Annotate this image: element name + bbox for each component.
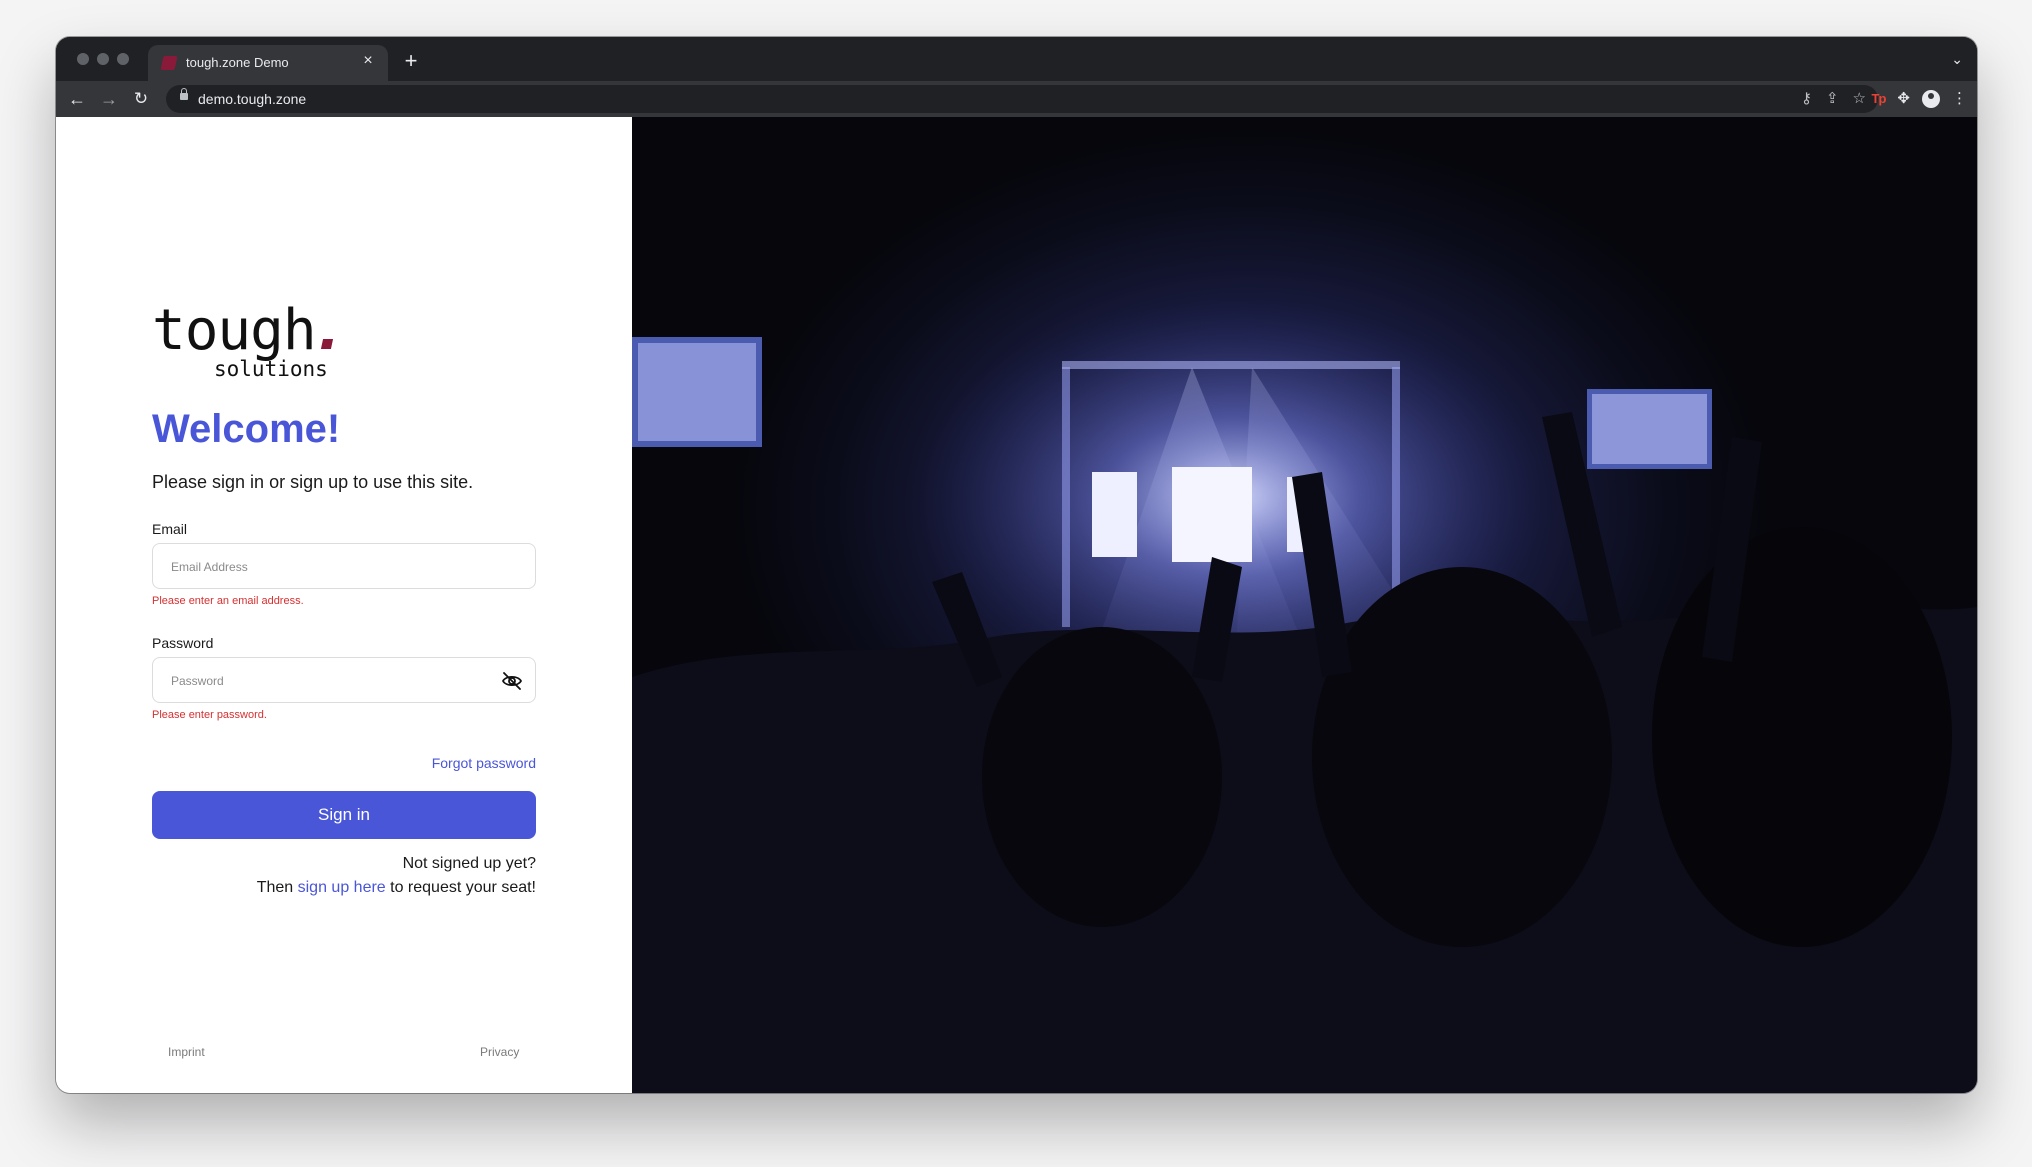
extensions-icon[interactable]: ✥	[1897, 85, 1910, 113]
tab-strip: tough.zone Demo × + ⌄	[56, 37, 1977, 81]
extension-tp-icon[interactable]: Tp	[1872, 85, 1887, 113]
profile-icon[interactable]	[1922, 90, 1940, 108]
forward-icon[interactable]: →	[96, 86, 122, 112]
login-panel: tough solutions Welcome! Please sign in …	[56, 117, 632, 1093]
minimize-window-button[interactable]	[97, 53, 109, 65]
new-tab-button[interactable]: +	[400, 50, 422, 72]
share-icon[interactable]: ⇪	[1826, 89, 1839, 109]
key-icon[interactable]: ⚷	[1801, 89, 1812, 109]
favicon-icon	[160, 56, 178, 70]
privacy-link[interactable]: Privacy	[480, 1045, 519, 1059]
sign-up-link[interactable]: sign up here	[298, 879, 386, 896]
tab-close-icon[interactable]: ×	[358, 51, 378, 71]
omnibox-actions: ⚷ ⇪ ☆	[1801, 89, 1866, 109]
reload-icon[interactable]: ↻	[128, 86, 154, 112]
password-field[interactable]	[169, 658, 493, 704]
tab-search-icon[interactable]: ⌄	[1951, 51, 1963, 68]
eye-slash-icon[interactable]	[501, 671, 523, 691]
signup-question: Not signed up yet?	[402, 855, 536, 872]
forgot-password-link[interactable]: Forgot password	[432, 755, 536, 771]
signup-prompt: Then sign up here to request your seat!	[257, 879, 536, 897]
lock-icon[interactable]	[180, 88, 188, 100]
logo-dot-icon	[320, 339, 334, 349]
url-text[interactable]: demo.tough.zone	[198, 91, 306, 107]
star-icon[interactable]: ☆	[1853, 89, 1866, 109]
signup-prefix: Then	[256, 879, 294, 896]
concert-hero-image	[632, 117, 1977, 1093]
password-label: Password	[152, 635, 214, 651]
address-bar[interactable]: demo.tough.zone ⚷ ⇪ ☆	[166, 85, 1878, 113]
password-field-wrapper	[152, 657, 536, 704]
sign-in-button[interactable]: Sign in	[152, 791, 536, 839]
desktop-background: tough.zone Demo × + ⌄ ← → ↻ demo.tough.z…	[0, 0, 2032, 1167]
maximize-window-button[interactable]	[117, 53, 129, 65]
back-icon[interactable]: ←	[64, 86, 90, 112]
extension-area: Tp ✥ ⋮	[1872, 85, 1967, 113]
email-error: Please enter an email address.	[152, 595, 304, 607]
password-error: Please enter password.	[152, 709, 267, 721]
browser-window: tough.zone Demo × + ⌄ ← → ↻ demo.tough.z…	[56, 37, 1977, 1093]
logo-wordmark: tough	[152, 298, 317, 363]
logo-subtitle: solutions	[214, 357, 328, 381]
signup-suffix: to request your seat!	[390, 879, 536, 896]
page-subtitle: Please sign in or sign up to use this si…	[152, 472, 474, 492]
email-field[interactable]	[169, 544, 493, 590]
tab-title: tough.zone Demo	[186, 55, 289, 70]
page-viewport: tough solutions Welcome! Please sign in …	[56, 117, 1977, 1093]
email-label: Email	[152, 521, 188, 537]
browser-toolbar: ← → ↻ demo.tough.zone ⚷ ⇪ ☆ Tp ✥ ⋮	[56, 81, 1977, 117]
logo: tough solutions	[152, 301, 342, 381]
page-title: Welcome!	[152, 407, 341, 451]
window-controls	[77, 53, 129, 65]
menu-icon[interactable]: ⋮	[1952, 85, 1967, 113]
email-field-wrapper	[152, 543, 536, 590]
concert-illustration	[632, 297, 1977, 1093]
close-window-button[interactable]	[77, 53, 89, 65]
imprint-link[interactable]: Imprint	[168, 1045, 205, 1059]
tab-active[interactable]: tough.zone Demo ×	[148, 45, 388, 81]
